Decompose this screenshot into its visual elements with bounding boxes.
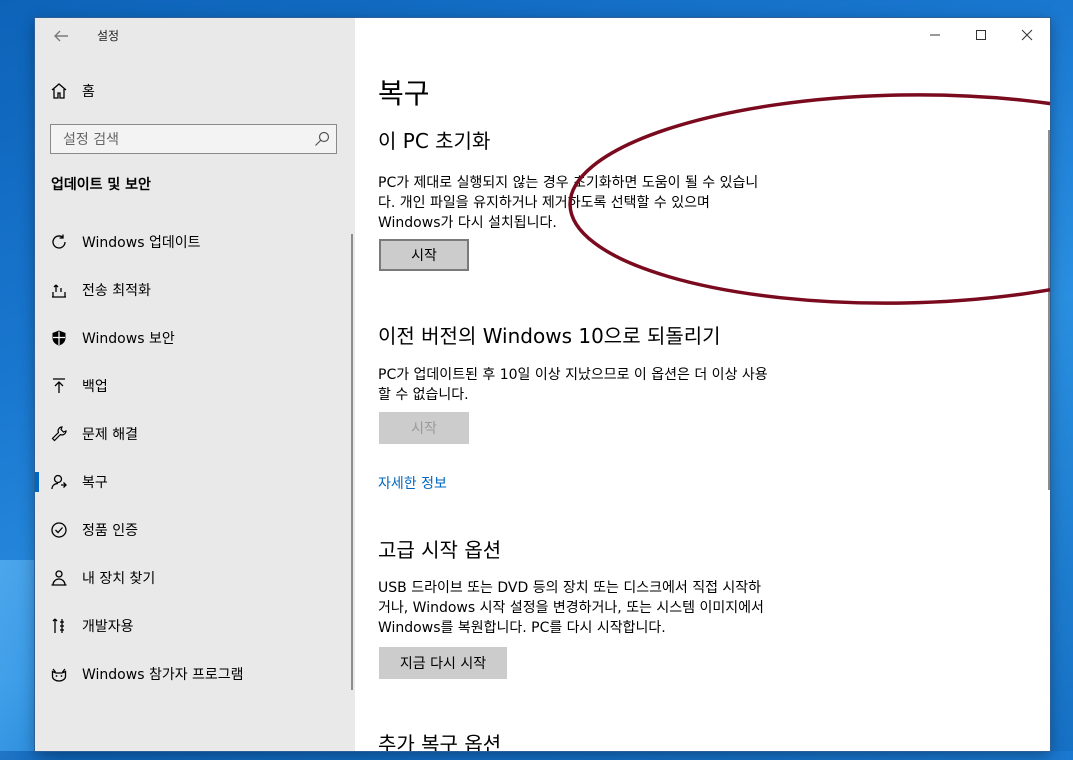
restart-now-button[interactable]: 지금 다시 시작: [379, 647, 507, 679]
minimize-icon: [929, 26, 941, 45]
sidebar-item-delivery-optimization[interactable]: 전송 최적화: [35, 266, 351, 314]
section-heading: 업데이트 및 보안: [51, 177, 151, 193]
reset-description: PC가 제대로 실행되지 않는 경우 초기화하면 도움이 될 수 있습니 다. …: [378, 175, 759, 231]
cat-face-icon: [49, 664, 69, 684]
close-button[interactable]: [1004, 18, 1050, 52]
sidebar-item-windows-update[interactable]: Windows 업데이트: [35, 218, 351, 266]
sidebar-item-label: 내 장치 찾기: [82, 571, 156, 587]
sidebar-item-for-developers[interactable]: 개발자용: [35, 602, 351, 650]
maximize-button[interactable]: [958, 18, 1004, 52]
wrench-icon: [49, 424, 69, 444]
person-recovery-icon: [49, 472, 69, 492]
arrow-up-icon: [49, 376, 69, 396]
home-icon: [49, 81, 69, 101]
sidebar-item-label: Windows 업데이트: [82, 235, 201, 251]
shield-icon: [49, 328, 69, 348]
home-nav[interactable]: 홈: [49, 78, 95, 104]
window-controls: [912, 18, 1050, 52]
app-title: 설정: [97, 29, 120, 43]
sidebar-item-backup[interactable]: 백업: [35, 362, 351, 410]
sidebar-item-label: 문제 해결: [82, 427, 138, 443]
sidebar-item-find-my-device[interactable]: 내 장치 찾기: [35, 554, 351, 602]
sidebar-item-label: 복구: [82, 475, 108, 491]
sidebar-item-label: 개발자용: [82, 619, 134, 635]
more-info-link[interactable]: 자세한 정보: [378, 473, 447, 493]
sidebar-item-troubleshoot[interactable]: 문제 해결: [35, 410, 351, 458]
main-scrollbar[interactable]: [1048, 130, 1050, 490]
back-arrow-icon[interactable]: [49, 24, 73, 48]
home-label: 홈: [82, 84, 95, 100]
rollback-description: PC가 업데이트된 후 10일 이상 지났으므로 이 옵션은 더 이상 사용 할…: [378, 367, 768, 403]
more-recovery-heading: 추가 복구 옵션: [378, 732, 502, 751]
refresh-icon: [49, 232, 69, 252]
reset-start-button[interactable]: 시작: [379, 239, 469, 271]
minimize-button[interactable]: [912, 18, 958, 52]
sidebar-scrollbar[interactable]: [351, 234, 353, 690]
sidebar-item-label: Windows 보안: [82, 331, 175, 347]
close-icon: [1021, 26, 1033, 45]
settings-window: 설정 홈 업데이트 및 보안 Windows 업데이트: [35, 18, 1050, 751]
advanced-startup-description: USB 드라이브 또는 DVD 등의 장치 또는 디스크에서 직접 시작하 거나…: [378, 580, 764, 636]
advanced-startup-heading: 고급 시작 옵션: [378, 538, 502, 562]
page-title: 복구: [378, 77, 430, 110]
sidebar-item-label: 전송 최적화: [82, 283, 151, 299]
developer-tools-icon: [49, 616, 69, 636]
sidebar-item-activation[interactable]: 정품 인증: [35, 506, 351, 554]
maximize-icon: [975, 26, 987, 45]
sidebar: 설정 홈 업데이트 및 보안 Windows 업데이트: [35, 18, 355, 751]
main-content: 복구 이 PC 초기화 PC가 제대로 실행되지 않는 경우 초기화하면 도움이…: [355, 18, 1050, 751]
search-icon[interactable]: [314, 131, 330, 147]
search-box[interactable]: [50, 124, 337, 155]
sidebar-item-recovery[interactable]: 복구: [35, 458, 351, 506]
check-circle-icon: [49, 520, 69, 540]
sidebar-item-label: 백업: [82, 379, 108, 395]
search-input[interactable]: [51, 125, 315, 155]
upload-tray-icon: [49, 280, 69, 300]
sidebar-item-label: 정품 인증: [82, 523, 138, 539]
sidebar-item-windows-security[interactable]: Windows 보안: [35, 314, 351, 362]
reset-heading: 이 PC 초기화: [378, 129, 491, 153]
rollback-start-button: 시작: [379, 412, 469, 444]
person-locate-icon: [49, 568, 69, 588]
sidebar-item-label: Windows 참가자 프로그램: [82, 667, 244, 683]
sidebar-item-insider-program[interactable]: Windows 참가자 프로그램: [35, 650, 351, 698]
rollback-heading: 이전 버전의 Windows 10으로 되돌리기: [378, 324, 721, 348]
